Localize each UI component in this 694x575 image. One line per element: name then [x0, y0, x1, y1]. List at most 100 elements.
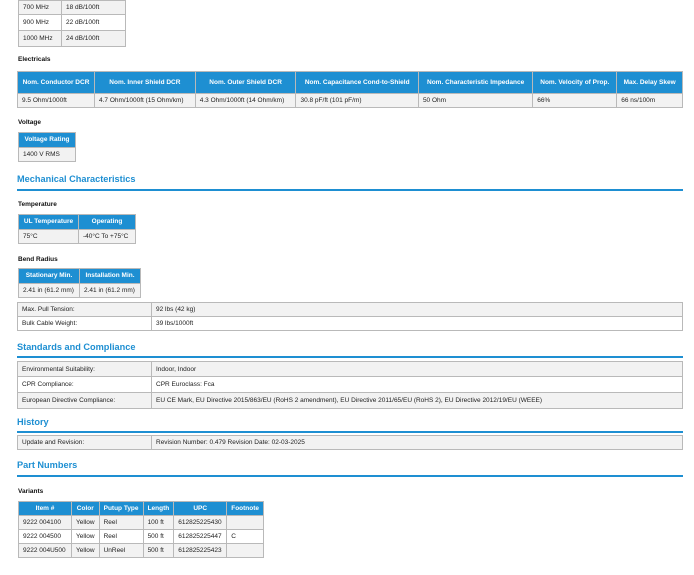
freq-cell: 700 MHz: [18, 0, 62, 15]
table-row: 9222 004U500 Yellow UnReel 500 ft 612825…: [18, 543, 265, 558]
table-row: 700 MHz 18 dB/100ft: [18, 0, 126, 15]
table-row: European Directive Compliance: EU CE Mar…: [17, 392, 683, 409]
kv-label: Max. Pull Tension:: [17, 302, 152, 317]
cell: 9.5 Ohm/1000ft: [17, 93, 95, 108]
variants-title: Variants: [18, 488, 44, 495]
table-row: 9.5 Ohm/1000ft 4.7 Ohm/1000ft (15 Ohm/km…: [17, 93, 683, 108]
cell: Reel: [98, 529, 144, 544]
cell: 4.3 Ohm/1000ft (14 Ohm/km): [194, 93, 297, 108]
cell: 1400 V RMS: [18, 147, 76, 162]
table-row: 1000 MHz 24 dB/100ft: [18, 30, 126, 47]
table-row: 900 MHz 22 dB/100ft: [18, 14, 126, 31]
cell: 612825225423: [173, 543, 228, 558]
cell: 50 Ohm: [417, 93, 534, 108]
attenuation-table: 700 MHz 18 dB/100ft 900 MHz 22 dB/100ft …: [18, 0, 126, 47]
cell: 612825225430: [173, 515, 228, 530]
table-row: 75°C -40°C To +75°C: [18, 229, 136, 244]
temperature-title: Temperature: [18, 201, 57, 208]
cell: 75°C: [18, 229, 79, 244]
cell: 500 ft: [142, 529, 175, 544]
cell: Yellow: [71, 529, 100, 544]
kv-value: CPR Euroclass: Fca: [151, 376, 683, 393]
value-cell: 24 dB/100ft: [61, 30, 126, 47]
col-header: Operating: [78, 214, 136, 230]
kv-label: Environmental Suitability:: [17, 361, 152, 377]
section-title-history: History: [17, 417, 49, 427]
bend-radius-table: Stationary Min. Installation Min. 2.41 i…: [18, 268, 141, 298]
col-header: Max. Delay Skew: [616, 71, 683, 94]
temperature-table: UL Temperature Operating 75°C -40°C To +…: [18, 214, 136, 244]
cell: 612825225447: [173, 529, 228, 544]
cell: Reel: [98, 515, 144, 530]
cell: 9222 004100: [18, 515, 72, 530]
table-row: Environmental Suitability: Indoor, Indoo…: [17, 361, 683, 377]
mechanical-kv-table: Max. Pull Tension: 92 lbs (42 kg) Bulk C…: [17, 302, 683, 331]
cell: 9222 004500: [18, 529, 72, 544]
col-header: Nom. Capacitance Cond-to-Shield: [295, 71, 419, 94]
col-header: Length: [142, 501, 175, 516]
col-header: Stationary Min.: [18, 268, 80, 284]
variants-table: Item # Color Putup Type Length UPC Footn…: [18, 501, 265, 558]
col-header: Item #: [18, 501, 72, 516]
table-row: Update and Revision: Revision Number: 0.…: [17, 435, 683, 450]
kv-value: 92 lbs (42 kg): [151, 302, 683, 317]
table-row: CPR Compliance: CPR Euroclass: Fca: [17, 376, 683, 393]
kv-value: EU CE Mark, EU Directive 2015/863/EU (Ro…: [151, 392, 683, 409]
kv-value: Indoor, Indoor: [151, 361, 683, 377]
col-header: Nom. Conductor DCR: [17, 71, 95, 94]
freq-cell: 900 MHz: [18, 14, 62, 31]
col-header: Installation Min.: [79, 268, 141, 284]
cell: C: [226, 529, 265, 544]
col-header: Nom. Characteristic Impedance: [417, 71, 534, 94]
cell: 2.41 in (61.2 mm): [79, 283, 141, 298]
section-divider: [17, 189, 683, 191]
table-row: 2.41 in (61.2 mm) 2.41 in (61.2 mm): [18, 283, 141, 298]
cell: Yellow: [71, 515, 100, 530]
kv-value: 39 lbs/1000ft: [151, 316, 683, 331]
section-divider: [17, 431, 683, 433]
table-row: Max. Pull Tension: 92 lbs (42 kg): [17, 302, 683, 317]
cell: 30.8 pF/ft (101 pF/m): [295, 93, 419, 108]
cell: [226, 543, 265, 558]
kv-value: Revision Number: 0.479 Revision Date: 02…: [151, 435, 683, 450]
col-header: Nom. Inner Shield DCR: [94, 71, 196, 94]
table-row: 1400 V RMS: [18, 147, 76, 162]
cell: 4.7 Ohm/1000ft (15 Ohm/km): [94, 93, 196, 108]
value-cell: 22 dB/100ft: [61, 14, 126, 31]
cell: Yellow: [71, 543, 100, 558]
cell: 2.41 in (61.2 mm): [18, 283, 80, 298]
table-row: Bulk Cable Weight: 39 lbs/1000ft: [17, 316, 683, 331]
col-header: Nom. Velocity of Prop.: [532, 71, 618, 94]
table-row: 9222 004100 Yellow Reel 100 ft 612825225…: [18, 515, 265, 530]
cell: [226, 515, 265, 530]
table-row: 9222 004500 Yellow Reel 500 ft 612825225…: [18, 529, 265, 544]
header-row: Nom. Conductor DCR Nom. Inner Shield DCR…: [17, 71, 683, 94]
section-title-part-numbers: Part Numbers: [17, 460, 78, 470]
col-header: UL Temperature: [18, 214, 79, 230]
col-header: Putup Type: [98, 501, 144, 516]
kv-label: European Directive Compliance:: [17, 392, 152, 409]
voltage-title: Voltage: [18, 119, 41, 126]
col-header: Footnote: [226, 501, 265, 516]
cell: 500 ft: [142, 543, 175, 558]
kv-label: CPR Compliance:: [17, 376, 152, 393]
col-header: Nom. Outer Shield DCR: [194, 71, 297, 94]
electricals-title: Electricals: [18, 56, 51, 63]
freq-cell: 1000 MHz: [18, 30, 62, 47]
section-divider: [17, 475, 683, 477]
section-title-standards: Standards and Compliance: [17, 342, 136, 352]
voltage-table: Voltage Rating 1400 V RMS: [18, 132, 76, 162]
cell: 66%: [532, 93, 618, 108]
electricals-table: Nom. Conductor DCR Nom. Inner Shield DCR…: [17, 71, 683, 108]
section-divider: [17, 356, 683, 358]
kv-label: Update and Revision:: [17, 435, 152, 450]
section-title-mechanical: Mechanical Characteristics: [17, 174, 136, 184]
cell: 66 ns/100m: [616, 93, 683, 108]
kv-label: Bulk Cable Weight:: [17, 316, 152, 331]
history-kv-table: Update and Revision: Revision Number: 0.…: [17, 435, 683, 450]
cell: -40°C To +75°C: [78, 229, 136, 244]
header-row: Item # Color Putup Type Length UPC Footn…: [18, 501, 265, 516]
col-header: UPC: [173, 501, 228, 516]
value-cell: 18 dB/100ft: [61, 0, 126, 15]
bend-radius-title: Bend Radius: [18, 256, 58, 263]
